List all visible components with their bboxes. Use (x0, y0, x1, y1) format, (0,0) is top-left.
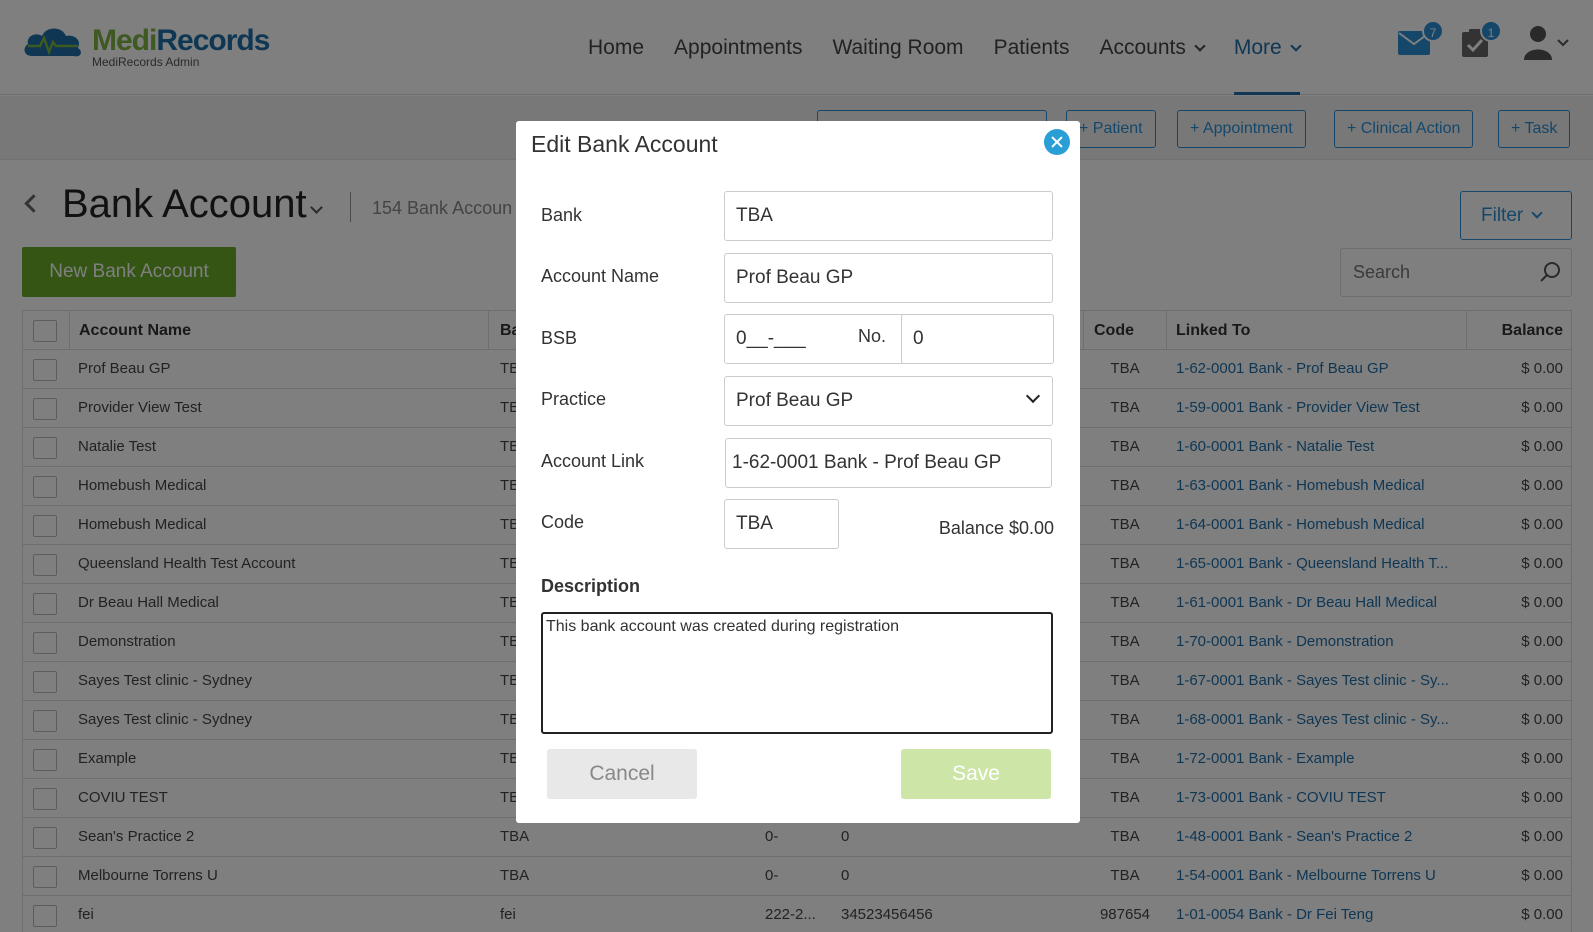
code-label: Code (541, 512, 585, 532)
no-label: No. (858, 326, 887, 346)
account-number-input[interactable] (901, 314, 1054, 364)
practice-label: Practice (541, 389, 607, 409)
balance-display: Balance $0.00 (938, 518, 1054, 538)
chevron-down-icon (1025, 388, 1041, 404)
account-name-label: Account Name (541, 266, 660, 286)
cancel-button[interactable]: Cancel (547, 749, 697, 799)
practice-select[interactable]: Prof Beau GP (724, 376, 1053, 426)
code-input[interactable] (724, 499, 839, 549)
account-link-label: Account Link (541, 451, 645, 471)
bsb-no-group: No. (724, 314, 1054, 364)
account-name-input[interactable] (724, 253, 1053, 303)
close-icon[interactable] (1044, 129, 1070, 155)
account-link-input[interactable] (725, 438, 1052, 488)
description-textarea[interactable]: This bank account was created during reg… (541, 612, 1053, 734)
bsb-label: BSB (541, 328, 578, 348)
edit-bank-account-dialog: Edit Bank Account Bank Account Name BSB … (516, 121, 1080, 823)
dialog-title: Edit Bank Account (531, 131, 718, 157)
bank-input[interactable] (724, 191, 1053, 241)
bank-label: Bank (541, 205, 583, 225)
description-label: Description (541, 576, 641, 596)
save-button[interactable]: Save (901, 749, 1051, 799)
